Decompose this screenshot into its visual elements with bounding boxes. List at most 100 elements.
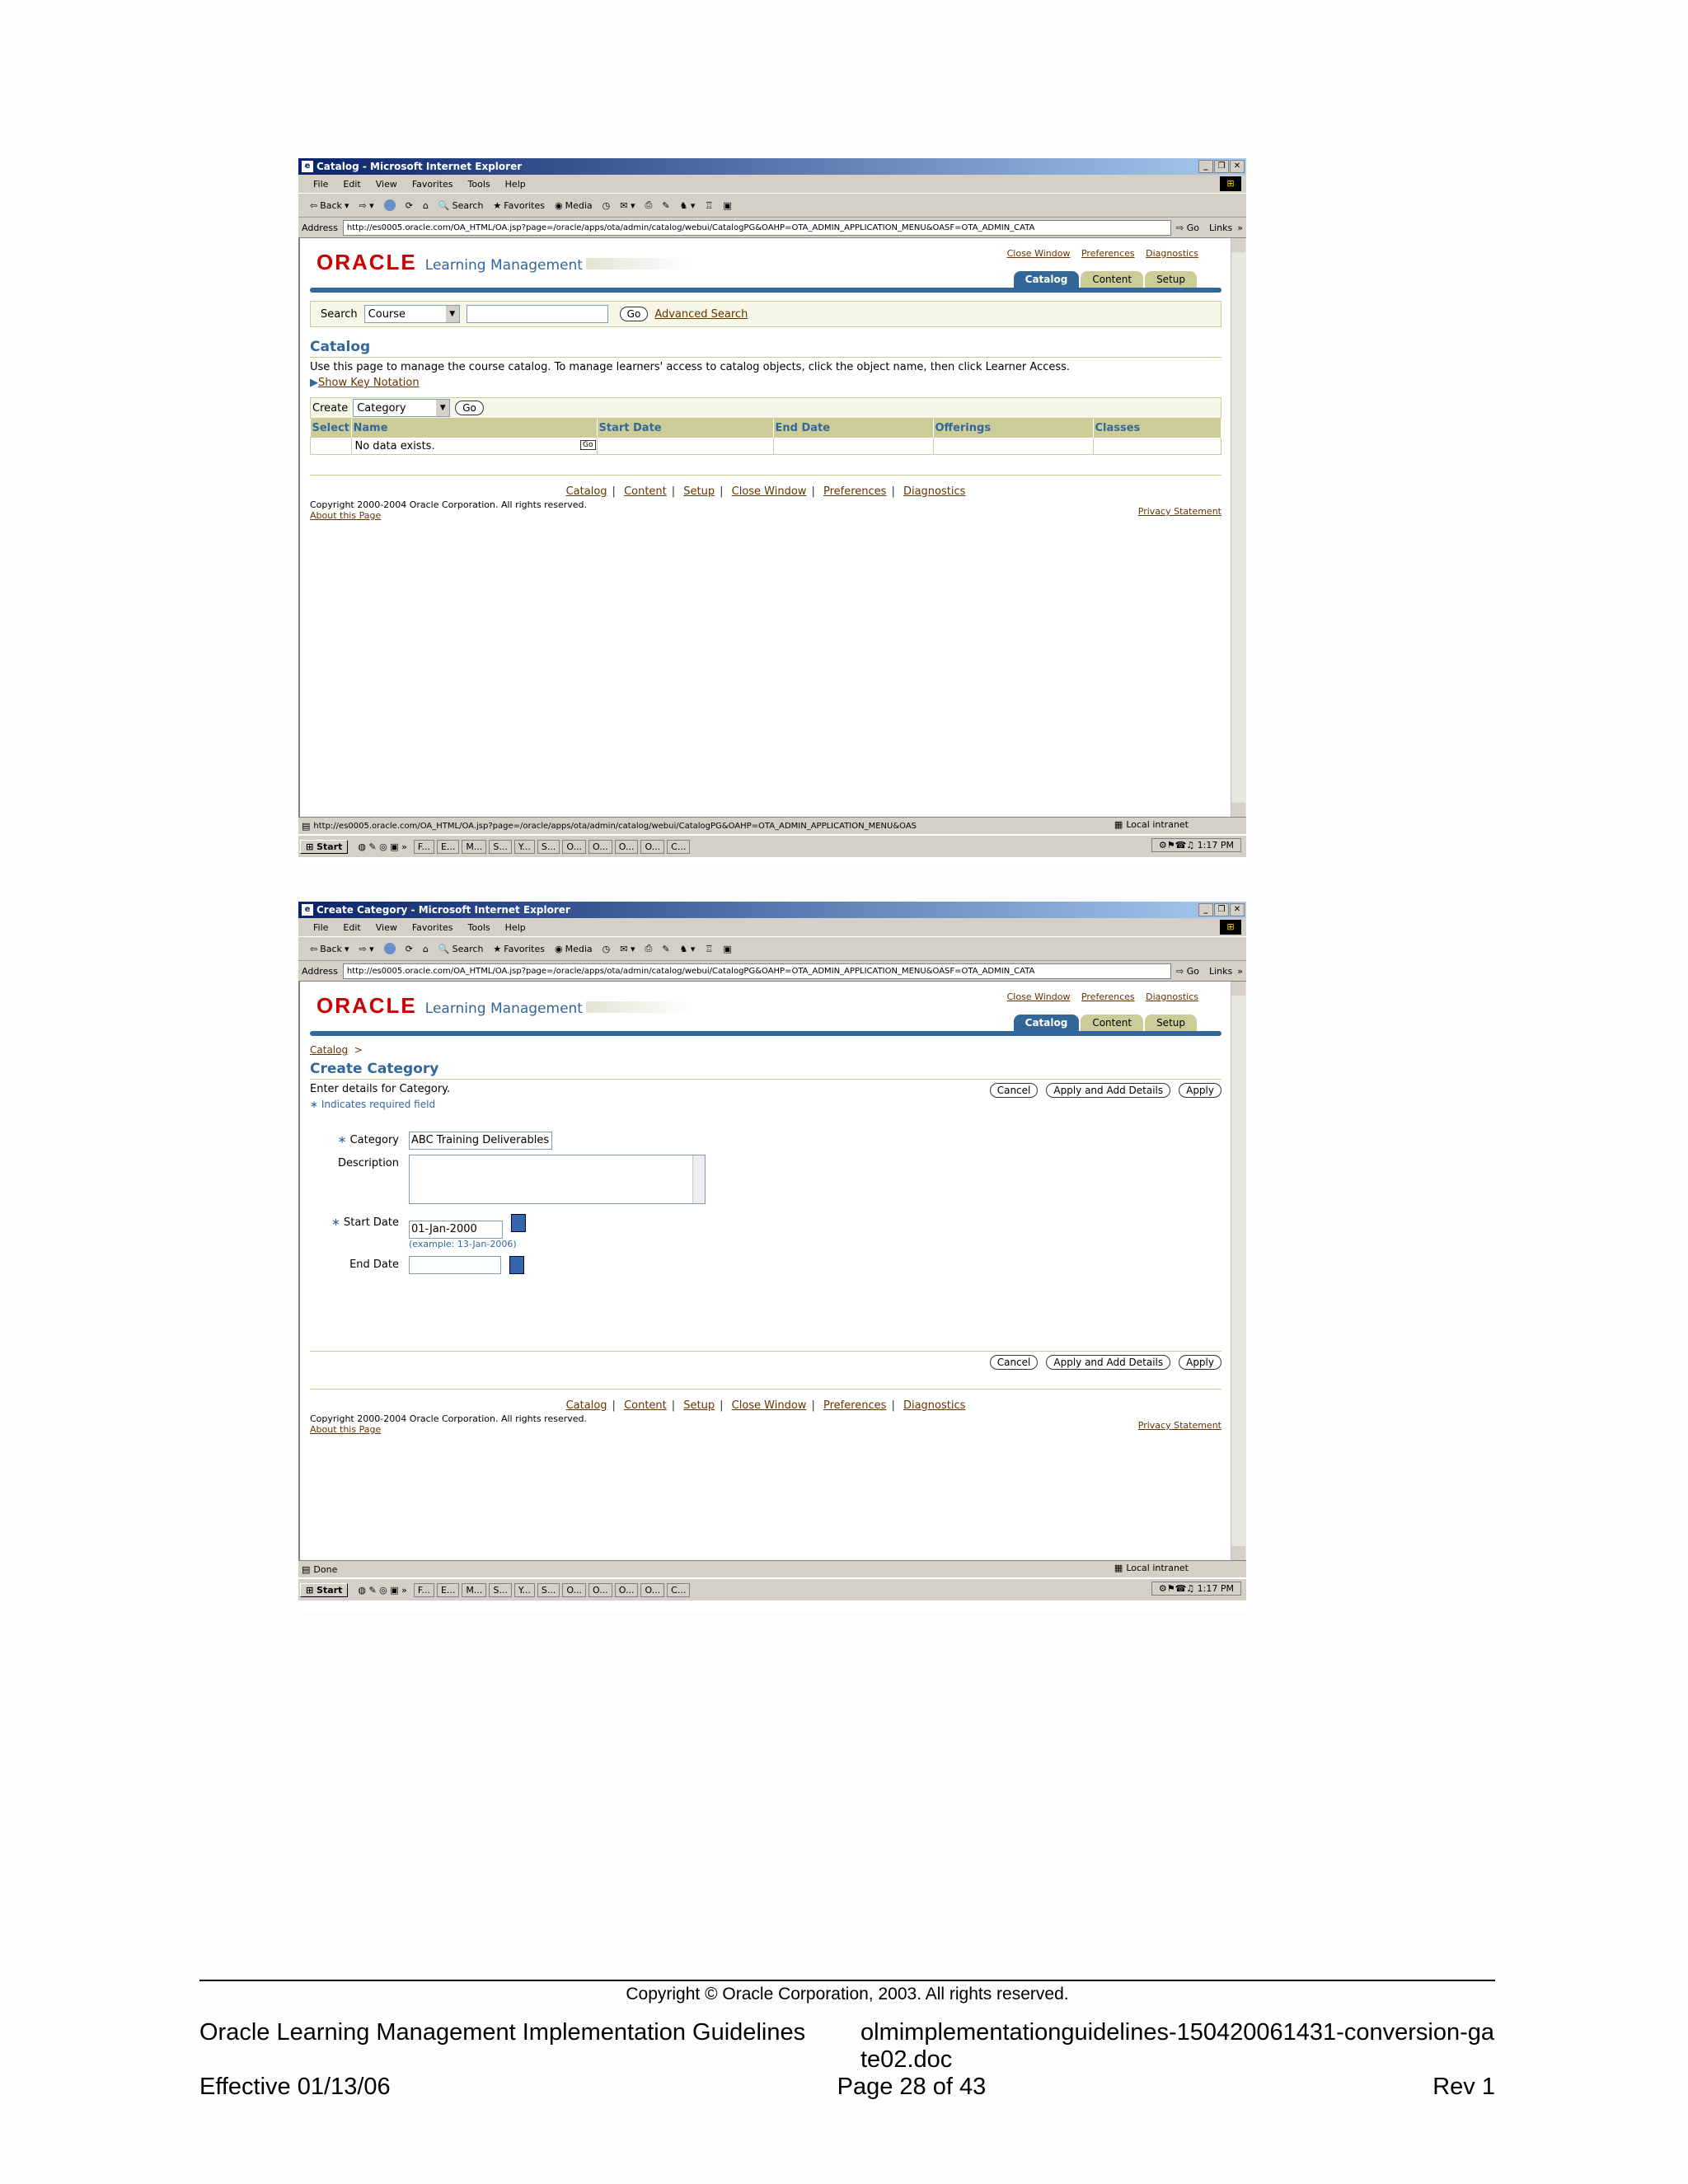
research-icon[interactable]: ▣ [723,200,731,211]
menu-edit[interactable]: Edit [343,179,360,190]
menu-favorites[interactable]: Favorites [412,922,453,933]
mail-icon[interactable]: ✉ ▾ [620,944,635,954]
mail-icon[interactable]: ✉ ▾ [620,200,635,211]
calendar-icon[interactable] [511,1214,526,1232]
start-button[interactable]: ⊞ Start [300,839,349,854]
edit-icon[interactable]: ✎ [662,944,669,954]
tray-icons[interactable]: ⚙⚑☎♫ [1159,1583,1198,1594]
stop-icon[interactable] [383,199,396,211]
task-button[interactable]: F... [413,839,434,854]
forward-icon[interactable]: ⇨ ▾ [359,944,373,954]
quick-launch-icons[interactable]: ◍ ✎ ◎ ▣ » [358,841,407,852]
footer-link-catalog[interactable]: Catalog [566,485,607,498]
print-icon[interactable]: ⎙ [645,199,653,211]
chevron-right-icon[interactable]: » [1237,966,1243,977]
category-input[interactable]: ABC Training Deliverables [409,1132,552,1150]
chevron-right-icon[interactable]: » [1237,223,1243,233]
menu-tools[interactable]: Tools [468,179,490,190]
search-type-select[interactable]: Course ▼ [363,305,460,323]
privacy-statement-link[interactable]: Privacy Statement [1138,1420,1221,1435]
preferences-link[interactable]: Preferences [1081,248,1135,259]
calendar-icon[interactable] [509,1256,524,1274]
task-button[interactable]: S... [537,1582,560,1597]
cancel-button[interactable]: Cancel [989,1355,1039,1370]
column-start-date[interactable]: Start Date [597,419,774,438]
start-date-input[interactable]: 01-Jan-2000 [409,1221,503,1239]
close-window-link[interactable]: Close Window [1007,248,1071,259]
history-icon[interactable]: ◷ [603,200,611,211]
vertical-scrollbar[interactable] [1231,982,1246,1560]
tab-catalog[interactable]: Catalog [1013,271,1080,288]
task-button[interactable]: M... [462,1582,487,1597]
task-button[interactable]: C... [667,839,691,854]
discuss-icon[interactable]: ♖ [705,944,713,954]
footer-link-setup[interactable]: Setup [683,1399,715,1412]
apply-button[interactable]: Apply [1179,1083,1221,1098]
back-button[interactable]: ⇦ Back ▾ [310,944,349,954]
menu-help[interactable]: Help [505,179,526,190]
close-icon[interactable]: ✕ [1230,903,1245,916]
description-textarea[interactable] [409,1155,706,1204]
end-date-input[interactable] [409,1256,501,1274]
links-button[interactable]: Links [1209,966,1232,977]
menu-favorites[interactable]: Favorites [412,179,453,190]
favorites-button[interactable]: ★ Favorites [493,200,545,211]
task-button[interactable]: E... [436,839,460,854]
footer-link-setup[interactable]: Setup [683,485,715,498]
address-input[interactable]: http://es0005.oracle.com/OA_HTML/OA.jsp?… [342,963,1172,979]
messenger-icon[interactable]: ♞ ▾ [680,944,696,954]
task-button[interactable]: S... [489,839,512,854]
apply-and-add-details-button[interactable]: Apply and Add Details [1046,1083,1171,1098]
footer-link-catalog[interactable]: Catalog [566,1399,607,1412]
search-input[interactable] [466,305,608,323]
advanced-search-link[interactable]: Advanced Search [654,308,748,321]
tab-setup[interactable]: Setup [1145,271,1197,288]
task-button[interactable]: E... [436,1582,460,1597]
tab-catalog[interactable]: Catalog [1013,1015,1080,1031]
menu-view[interactable]: View [376,922,397,933]
apply-button[interactable]: Apply [1179,1355,1221,1370]
task-button[interactable]: O... [588,839,612,854]
cancel-button[interactable]: Cancel [989,1083,1039,1098]
start-button[interactable]: ⊞ Start [300,1582,349,1597]
footer-link-preferences[interactable]: Preferences [823,1399,886,1412]
home-icon[interactable]: ⌂ [423,200,429,211]
task-button[interactable]: M... [462,839,487,854]
address-input[interactable]: http://es0005.oracle.com/OA_HTML/OA.jsp?… [342,219,1172,236]
search-button[interactable]: 🔍 Search [438,944,484,954]
history-icon[interactable]: ◷ [603,944,611,954]
stop-icon[interactable] [383,943,396,954]
diagnostics-link[interactable]: Diagnostics [1146,248,1198,259]
search-go-button[interactable]: Go [619,307,649,321]
menu-file[interactable]: File [313,179,328,190]
preferences-link[interactable]: Preferences [1081,991,1135,1002]
footer-link-close-window[interactable]: Close Window [732,485,807,498]
address-go-button[interactable]: ⇨ Go [1176,223,1199,233]
quick-launch-icons[interactable]: ◍ ✎ ◎ ▣ » [358,1585,407,1596]
textarea-scrollbar[interactable] [692,1155,705,1203]
refresh-icon[interactable]: ⟳ [406,200,413,211]
menu-tools[interactable]: Tools [468,922,490,933]
column-end-date[interactable]: End Date [773,419,934,438]
refresh-icon[interactable]: ⟳ [406,944,413,954]
menu-view[interactable]: View [376,179,397,190]
task-button[interactable]: C... [667,1582,691,1597]
footer-link-preferences[interactable]: Preferences [823,485,886,498]
task-button[interactable]: O... [562,1582,587,1597]
task-button[interactable]: F... [413,1582,434,1597]
task-button[interactable]: O... [614,839,639,854]
footer-link-diagnostics[interactable]: Diagnostics [903,485,965,498]
task-button[interactable]: O... [614,1582,639,1597]
footer-link-diagnostics[interactable]: Diagnostics [903,1399,965,1412]
task-button[interactable]: S... [537,839,560,854]
footer-link-content[interactable]: Content [624,485,667,498]
edit-icon[interactable]: ✎ [662,200,669,211]
task-button[interactable]: O... [588,1582,612,1597]
close-icon[interactable]: ✕ [1230,160,1245,173]
diagnostics-link[interactable]: Diagnostics [1146,991,1198,1002]
task-button[interactable]: Y... [513,1582,535,1597]
breadcrumb-catalog[interactable]: Catalog [310,1044,348,1056]
tab-setup[interactable]: Setup [1145,1015,1197,1031]
close-window-link[interactable]: Close Window [1007,991,1071,1002]
tab-content[interactable]: Content [1081,1015,1144,1031]
